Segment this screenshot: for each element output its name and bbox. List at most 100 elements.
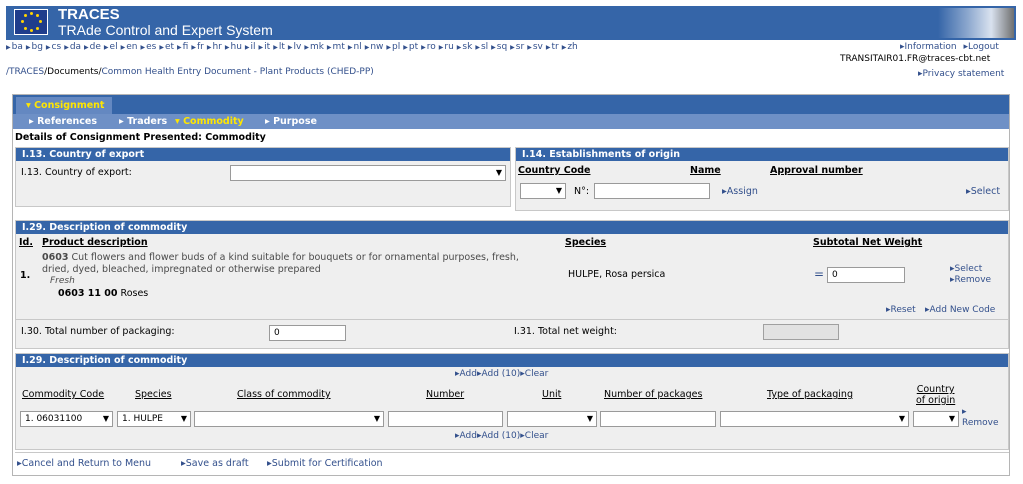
approval-no-label: N°: — [574, 186, 590, 197]
language-link-mk[interactable]: ▶mk — [304, 42, 324, 54]
language-link-fr[interactable]: ▶fr — [191, 42, 204, 54]
language-link-sq[interactable]: ▶sq — [491, 42, 507, 54]
cancel-return-link[interactable]: ▸Cancel and Return to Menu — [17, 458, 151, 469]
language-link-bg[interactable]: ▶bg — [26, 42, 43, 54]
subtab-commodity[interactable]: ▾ Commodity — [175, 114, 265, 129]
tab-consignment[interactable]: ▾ Consignment — [16, 97, 112, 114]
arrow-right-icon: ▸ — [962, 407, 967, 417]
col-species[interactable]: Species — [565, 237, 606, 248]
chevron-right-icon: ▸ — [119, 116, 128, 127]
clear-link[interactable]: ▸Clear — [520, 369, 548, 379]
dropdown-arrow-icon: ▼ — [495, 168, 502, 177]
privacy-link[interactable]: ▸Privacy statement — [918, 69, 1004, 79]
commodity-code-select[interactable]: 1. 06031100 ▼ — [20, 411, 113, 427]
col-name[interactable]: Name — [690, 165, 721, 176]
col-approval-number[interactable]: Approval number — [770, 165, 863, 176]
totals-section: I.30. Total number of packaging: 0 I.31.… — [15, 319, 1009, 349]
number-input[interactable] — [388, 411, 503, 427]
language-link-it[interactable]: ▶it — [259, 42, 271, 54]
reset-link[interactable]: ▸Reset — [886, 305, 916, 315]
arrow-right-icon: ▶ — [120, 44, 126, 51]
language-link-sk[interactable]: ▶sk — [457, 42, 473, 54]
submit-certification-link[interactable]: ▸Submit for Certification — [267, 458, 383, 469]
language-link-sl[interactable]: ▶sl — [475, 42, 488, 54]
subtab-purpose[interactable]: ▸ Purpose — [265, 114, 335, 129]
number-of-packages-input[interactable] — [600, 411, 716, 427]
tab-bar — [13, 95, 1009, 114]
country-code-select[interactable]: ▼ — [520, 183, 566, 199]
col-commodity-code[interactable]: Commodity Code — [22, 389, 104, 400]
save-draft-link[interactable]: ▸Save as draft — [181, 458, 249, 469]
language-link-sr[interactable]: ▶sr — [510, 42, 524, 54]
subtotal-weight-input[interactable]: 0 — [827, 267, 905, 283]
language-link-hu[interactable]: ▶hu — [225, 42, 242, 54]
language-link-lt[interactable]: ▶lt — [273, 42, 285, 54]
col-number-of-packages[interactable]: Number of packages — [604, 389, 702, 400]
language-link-sv[interactable]: ▶sv — [527, 42, 543, 54]
language-link-el[interactable]: ▶el — [104, 42, 118, 54]
language-link-ba[interactable]: ▶ba — [6, 42, 23, 54]
language-link-zh[interactable]: ▶zh — [562, 42, 578, 54]
add-new-code-link[interactable]: ▸Add New Code — [925, 305, 995, 315]
language-link-il[interactable]: ▶il — [245, 42, 256, 54]
language-link-ro[interactable]: ▶ro — [421, 42, 436, 54]
subtab-traders[interactable]: ▸ Traders — [119, 114, 175, 129]
type-of-packaging-select[interactable]: ▼ — [720, 411, 909, 427]
language-link-ru[interactable]: ▶ru — [439, 42, 454, 54]
breadcrumb-current[interactable]: Common Health Entry Document - Plant Pro… — [102, 67, 374, 77]
language-link-pl[interactable]: ▶pl — [386, 42, 400, 54]
col-class-of-commodity[interactable]: Class of commodity — [237, 389, 331, 400]
col-species[interactable]: Species — [135, 389, 172, 400]
language-link-mt[interactable]: ▶mt — [327, 42, 345, 54]
approval-number-input[interactable] — [594, 183, 710, 199]
select-establishment-link[interactable]: ▸Select — [966, 186, 1000, 197]
language-link-et[interactable]: ▶et — [159, 42, 174, 54]
col-country-code[interactable]: Country Code — [518, 165, 591, 176]
arrow-right-icon: ▶ — [475, 44, 480, 51]
language-link-da[interactable]: ▶da — [64, 42, 81, 54]
clear-link[interactable]: ▸Clear — [520, 431, 548, 441]
subtab-references[interactable]: ▸ References — [29, 114, 119, 129]
breadcrumb-traces[interactable]: /TRACES — [6, 67, 44, 77]
language-link-pt[interactable]: ▶pt — [403, 42, 418, 54]
total-packaging-input[interactable]: 0 — [269, 325, 346, 341]
col-number[interactable]: Number — [426, 389, 464, 400]
col-product-description[interactable]: Product description — [42, 237, 148, 248]
language-link-nl[interactable]: ▶nl — [348, 42, 362, 54]
arrow-right-icon: ▶ — [510, 44, 515, 51]
select-commodity-link[interactable]: ▸Select — [950, 264, 982, 274]
language-link-en[interactable]: ▶en — [121, 42, 138, 54]
country-of-origin-select[interactable]: ▼ — [913, 411, 959, 427]
add-link[interactable]: ▸Add — [455, 369, 477, 379]
col-country-of-origin[interactable]: Country of origin — [916, 384, 955, 406]
language-link-hr[interactable]: ▶hr — [207, 42, 222, 54]
language-link-cs[interactable]: ▶cs — [46, 42, 61, 54]
country-of-export-select[interactable]: ▼ — [230, 165, 506, 181]
add-controls-top: ▸Add▸Add (10)▸Clear — [455, 369, 548, 379]
unit-select[interactable]: ▼ — [507, 411, 597, 427]
remove-line-link[interactable]: ▸ Remove — [962, 407, 999, 429]
col-subtotal-net-weight[interactable]: Subtotal Net Weight — [813, 237, 922, 248]
add-link[interactable]: ▸Add — [455, 431, 477, 441]
language-link-es[interactable]: ▶es — [140, 42, 156, 54]
add-10-link[interactable]: ▸Add (10) — [477, 431, 520, 441]
information-link[interactable]: ▸Information — [900, 42, 957, 52]
col-id[interactable]: Id. — [19, 237, 33, 248]
add-10-link[interactable]: ▸Add (10) — [477, 369, 520, 379]
language-link-tr[interactable]: ▶tr — [546, 42, 559, 54]
language-link-lv[interactable]: ▶lv — [288, 42, 301, 54]
logout-link[interactable]: ▸Logout — [964, 42, 999, 52]
language-link-fi[interactable]: ▶fi — [177, 42, 188, 54]
class-of-commodity-select[interactable]: ▼ — [194, 411, 384, 427]
col-unit[interactable]: Unit — [542, 389, 561, 400]
arrow-right-icon: ▶ — [177, 44, 182, 51]
language-link-de[interactable]: ▶de — [84, 42, 101, 54]
language-link-nw[interactable]: ▶nw — [365, 42, 384, 54]
col-type-of-packaging[interactable]: Type of packaging — [767, 389, 853, 400]
equals-icon[interactable]: = — [814, 267, 824, 281]
logged-in-user: TRANSITAIR01.FR@traces-cbt.net — [840, 54, 991, 64]
remove-commodity-link[interactable]: ▸Remove — [950, 275, 991, 285]
species-select[interactable]: 1. HULPE ▼ — [117, 411, 191, 427]
assign-link[interactable]: ▸Assign — [722, 186, 758, 197]
dropdown-arrow-icon: ▼ — [555, 186, 562, 195]
